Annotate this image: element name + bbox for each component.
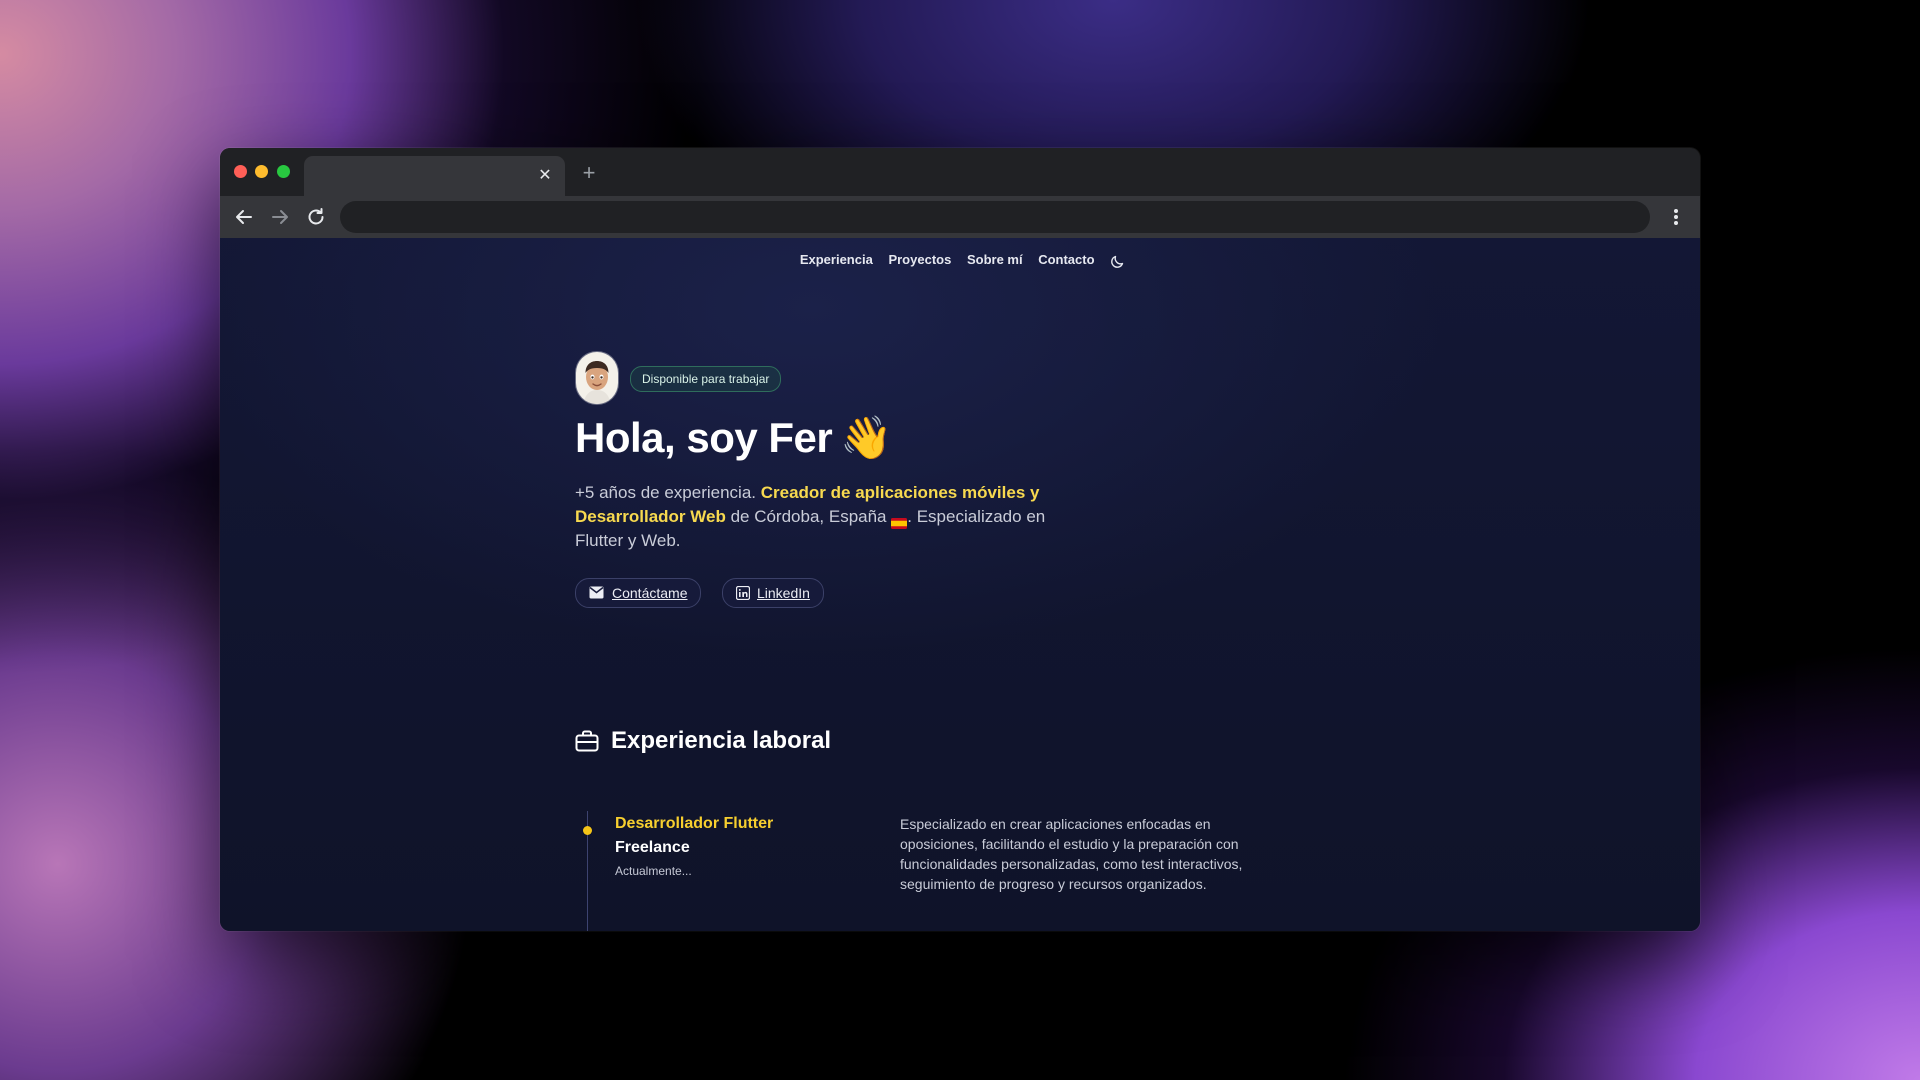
availability-badge: Disponible para trabajar: [630, 366, 782, 392]
job-company: Freelance: [615, 839, 690, 856]
nav-link-experiencia[interactable]: Experiencia: [800, 250, 873, 269]
mail-icon: [589, 586, 604, 599]
forward-arrow-icon[interactable]: [268, 205, 292, 229]
job-title: Desarrollador Flutter: [615, 815, 774, 832]
site-nav: Experiencia Proyectos Sobre mí Contacto: [220, 250, 1700, 269]
web-page: Experiencia Proyectos Sobre mí Contacto …: [220, 238, 1700, 931]
hero-title: Hola, soy Fer 👋: [575, 414, 893, 463]
reload-icon[interactable]: [304, 205, 328, 229]
address-bar[interactable]: [340, 201, 1650, 233]
avatar: [576, 352, 618, 404]
briefcase-icon: [575, 730, 599, 752]
waving-hand-icon: 👋: [840, 414, 893, 461]
experience-section-title: Experiencia laboral: [575, 727, 831, 755]
nav-link-proyectos[interactable]: Proyectos: [888, 250, 951, 269]
more-options-icon[interactable]: [1664, 203, 1688, 231]
job-description: Especializado en crear aplicaciones enfo…: [900, 816, 1243, 892]
spain-flag-icon: [891, 512, 908, 530]
contact-button[interactable]: Contáctame: [575, 578, 702, 608]
hero-title-text: Hola, soy Fer: [575, 414, 833, 461]
linkedin-icon: [736, 586, 750, 600]
experience-section-title-text: Experiencia laboral: [611, 727, 832, 754]
new-tab-icon[interactable]: +: [578, 162, 600, 184]
browser-window: ✕ + Experiencia Proyectos Sobre mí Conta…: [220, 148, 1700, 931]
moon-icon[interactable]: [1110, 253, 1126, 269]
browser-tab[interactable]: ✕: [304, 156, 565, 196]
nav-link-contacto[interactable]: Contacto: [1038, 250, 1094, 269]
job-date: Actualmente...: [615, 864, 692, 878]
browser-toolbar: [220, 196, 1700, 238]
back-arrow-icon[interactable]: [232, 205, 256, 229]
close-window-button[interactable]: [234, 165, 247, 178]
tab-strip: ✕ +: [220, 148, 1700, 196]
linkedin-button-label: LinkedIn: [757, 585, 810, 601]
tab-close-icon[interactable]: ✕: [535, 166, 555, 186]
linkedin-button[interactable]: LinkedIn: [722, 578, 824, 608]
maximize-window-button[interactable]: [277, 165, 290, 178]
timeline-dot: [583, 826, 592, 835]
contact-button-label: Contáctame: [612, 585, 688, 601]
nav-link-sobre-mi[interactable]: Sobre mí: [967, 250, 1023, 269]
hero-intro: +5 años de experiencia. Creador de aplic…: [575, 481, 1065, 553]
minimize-window-button[interactable]: [255, 165, 268, 178]
intro-text-1: +5 años de experiencia.: [575, 483, 761, 502]
intro-text-2: de Córdoba, España: [725, 507, 892, 526]
